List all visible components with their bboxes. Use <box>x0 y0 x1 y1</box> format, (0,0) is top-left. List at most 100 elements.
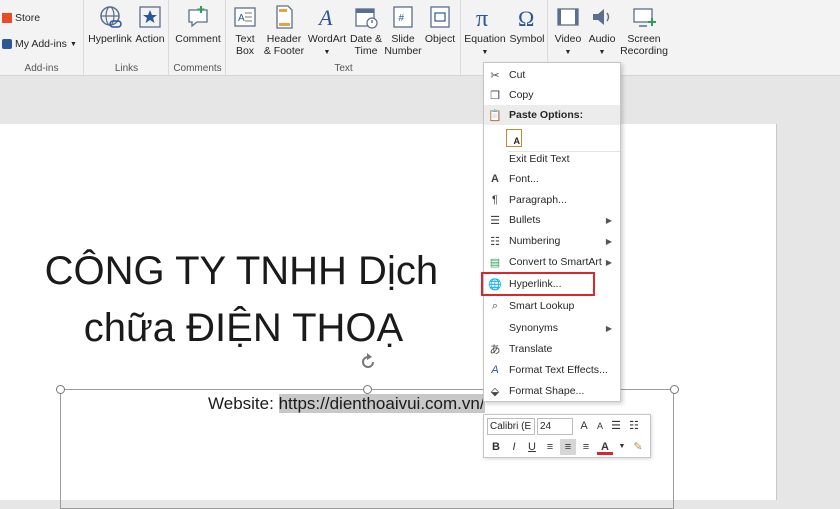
video-button[interactable]: Video ▼ <box>551 4 585 59</box>
format-painter-icon[interactable]: ✎ <box>630 439 646 455</box>
speaker-icon <box>593 9 610 25</box>
screen-recording-button[interactable]: Screen Recording <box>619 4 669 57</box>
object-button[interactable]: Object <box>422 4 458 45</box>
svg-text:A: A <box>238 13 245 24</box>
resize-handle[interactable] <box>363 385 372 394</box>
format-shape-icon: ⬙ <box>490 385 500 398</box>
mini-toolbar: Calibri (E 24 A A ☰ ☷ B I U ≡ ≡ ≡ A ▼ ✎ <box>483 414 651 458</box>
menu-item-smart-lookup[interactable]: ⌕ Smart Lookup <box>484 296 620 316</box>
menu-item-format-text-effects[interactable]: A Format Text Effects... <box>484 360 620 380</box>
group-label-comments: Comments <box>173 63 222 74</box>
clipboard-icon: 📋 <box>488 109 502 122</box>
svg-text:π: π <box>476 6 488 30</box>
header-footer-icon <box>276 5 293 29</box>
chevron-right-icon: ▶ <box>605 215 612 225</box>
context-menu: ✂ Cut ❐ Copy 📋 Paste Options: A Exit Edit T… <box>483 62 621 402</box>
slide-number-button[interactable]: # Slide Number <box>384 4 422 57</box>
selected-url-text: https://dienthoaivui.com.vn/ <box>278 394 485 413</box>
links-group: Hyperlink Action Links <box>85 0 169 76</box>
align-left-icon[interactable]: ≡ <box>542 439 558 455</box>
rotate-handle-icon[interactable] <box>358 352 378 372</box>
shrink-font-button[interactable]: A <box>592 418 608 434</box>
store-icon <box>2 13 12 23</box>
svg-text:#: # <box>399 13 405 24</box>
comments-group: Comment Comments <box>170 0 226 76</box>
menu-item-translate[interactable]: あ Translate <box>484 339 620 359</box>
menu-item-synonyms[interactable]: Synonyms ▶ <box>484 318 620 338</box>
menu-item-paste-keep-text[interactable]: A <box>484 126 620 150</box>
comment-button[interactable]: Comment <box>173 4 223 45</box>
header-footer-button[interactable]: Header & Footer <box>262 4 306 57</box>
date-time-button[interactable]: Date & Time <box>348 4 384 57</box>
menu-item-copy[interactable]: ❐ Copy <box>484 85 620 105</box>
font-size-field[interactable]: 24 <box>537 418 573 435</box>
text-effects-icon: A <box>491 364 499 376</box>
chevron-right-icon: ▶ <box>605 257 612 267</box>
bullets-icon[interactable]: ☰ <box>608 418 624 434</box>
symbol-button[interactable]: Ω Symbol <box>508 4 546 45</box>
chevron-down-icon: ▼ <box>481 49 489 56</box>
smartart-icon: ▤ <box>489 256 501 269</box>
bullets-icon: ☰ <box>490 214 500 227</box>
textbox-icon: A <box>234 7 256 27</box>
italic-button[interactable]: I <box>506 439 522 455</box>
group-label-text: Text <box>334 63 353 74</box>
omega-icon: Ω <box>518 6 534 30</box>
grow-font-button[interactable]: A <box>576 418 592 434</box>
menu-item-numbering[interactable]: ☷ Numbering ▶ <box>484 231 620 251</box>
resize-handle[interactable] <box>56 385 65 394</box>
underline-button[interactable]: U <box>524 439 540 455</box>
menu-item-paragraph[interactable]: ¶ Paragraph... <box>484 190 620 210</box>
chevron-down-icon: ▼ <box>564 49 572 56</box>
website-text[interactable]: Website: https://dienthoaivui.com.vn/ <box>208 394 485 414</box>
chevron-down-icon[interactable]: ▼ <box>614 439 630 455</box>
numbering-icon[interactable]: ☷ <box>626 418 642 434</box>
group-label-addins: Add-ins <box>24 63 59 74</box>
chevron-right-icon: ▶ <box>605 236 612 246</box>
numbering-icon: ☷ <box>490 235 500 248</box>
search-icon: ⌕ <box>491 299 499 312</box>
menu-item-convert-smartart[interactable]: ▤ Convert to SmartArt ▶ <box>484 252 620 272</box>
font-color-button[interactable]: A <box>597 439 613 455</box>
menu-item-exit-edit-text[interactable]: Exit Edit Text <box>484 149 620 169</box>
svg-text:A: A <box>317 5 333 30</box>
screen-recording-icon <box>633 8 656 27</box>
text-group: A Text Box Header & Footer A WordArt ▼ D… <box>227 0 461 76</box>
hyperlink-ribbon-button[interactable]: Hyperlink <box>87 4 133 45</box>
pi-icon: π <box>476 6 488 30</box>
resize-handle[interactable] <box>670 385 679 394</box>
action-button[interactable]: Action <box>133 4 167 45</box>
menu-item-cut[interactable]: ✂ Cut <box>484 65 620 85</box>
menu-item-bullets[interactable]: ☰ Bullets ▶ <box>484 210 620 230</box>
slide-number-icon: # <box>393 6 413 28</box>
audio-button[interactable]: Audio ▼ <box>585 4 619 59</box>
menu-item-format-shape[interactable]: ⬙ Format Shape... <box>484 381 620 401</box>
globe-link-icon <box>100 6 122 28</box>
chevron-down-icon: ▼ <box>323 49 331 56</box>
equation-button[interactable]: π Equation ▼ <box>462 4 508 59</box>
align-center-icon[interactable]: ≡ <box>560 439 576 455</box>
addins-group: Store My Add-ins ▼ Add-ins <box>0 0 84 76</box>
font-name-field[interactable]: Calibri (E <box>487 418 535 435</box>
wordart-icon: A <box>317 5 333 30</box>
copy-icon: ❐ <box>490 89 500 102</box>
film-icon <box>557 8 579 26</box>
bold-button[interactable]: B <box>488 439 504 455</box>
translate-icon: あ <box>489 344 501 356</box>
menu-item-font[interactable]: A Font... <box>484 169 620 189</box>
addins-icon <box>2 39 12 49</box>
wordart-button[interactable]: A WordArt ▼ <box>306 4 348 59</box>
my-addins-button[interactable]: My Add-ins ▼ <box>2 34 77 54</box>
textbox-button[interactable]: A Text Box <box>229 4 261 57</box>
align-right-icon[interactable]: ≡ <box>578 439 594 455</box>
group-label-links: Links <box>114 63 139 74</box>
comment-icon <box>188 6 208 28</box>
store-button[interactable]: Store <box>2 8 40 28</box>
paragraph-icon: ¶ <box>492 194 498 206</box>
paste-keep-text-icon: A <box>506 129 522 147</box>
chevron-down-icon: ▼ <box>598 49 606 56</box>
hyperlink-highlight-box <box>481 272 595 296</box>
object-icon <box>430 6 450 28</box>
calendar-icon <box>355 8 378 29</box>
ribbon: Store My Add-ins ▼ Add-ins Hyperlink Act… <box>0 0 840 76</box>
